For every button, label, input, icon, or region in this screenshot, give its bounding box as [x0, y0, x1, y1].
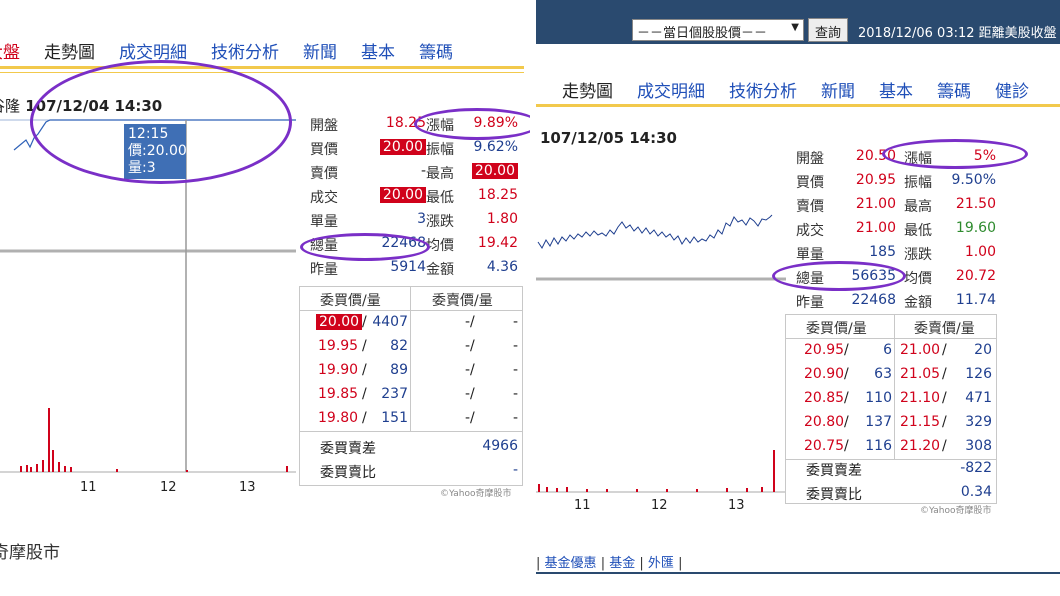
left-copyright: ©Yahoo奇摩股市	[440, 489, 512, 499]
right-volume-bar	[773, 450, 775, 492]
right-book-row: 20.80 / 137 21.15 / 329	[804, 414, 992, 430]
right-volume-bar	[538, 484, 540, 492]
left-nav-tabs: 大盤 走勢圖 成交明細 技術分析 新聞 基本 籌碼	[0, 38, 477, 63]
left-x-tick: 13	[239, 480, 256, 495]
left-volume-bar	[30, 467, 32, 472]
right-volume-bar	[726, 488, 728, 492]
left-volume-bar	[286, 466, 288, 472]
right-volume-bar	[696, 489, 698, 492]
left-quote-row: 單量 3 漲跌 1.80	[310, 211, 518, 230]
left-order-book: 委買價/量 委賣價/量 20.00 / 4407 - / - 19.95 / 8…	[299, 286, 523, 486]
right-price-line	[537, 214, 773, 249]
right-tab-technical[interactable]: 技術分析	[729, 77, 797, 102]
right-volume-bar	[666, 489, 668, 492]
left-volume-bars	[20, 408, 288, 472]
left-book-row: 19.80 / 151 - / -	[318, 410, 518, 426]
left-book-row: 19.95 / 82 - / -	[318, 338, 518, 354]
right-footer-links: | 基金優惠 | 基金 | 外匯 |	[536, 556, 683, 571]
right-book-row: 20.95 / 6 21.00 / 20	[804, 342, 992, 358]
right-volume-bar	[606, 489, 608, 492]
right-nav-tabs: 走勢圖 成交明細 技術分析 新聞 基本 籌碼 健診	[562, 77, 1053, 102]
left-tab-basic[interactable]: 基本	[361, 38, 395, 63]
right-volume-bar	[746, 488, 748, 492]
right-volume-bar	[761, 487, 763, 492]
left-tab-chips[interactable]: 籌碼	[419, 38, 453, 63]
right-volume-bar	[636, 489, 638, 492]
left-volume-bar	[52, 450, 54, 472]
left-footer-text: 奇摩股市	[0, 543, 60, 563]
right-x-tick: 13	[728, 498, 745, 513]
left-book-row: 19.85 / 237 - / -	[318, 386, 518, 402]
left-x-tick: 12	[160, 480, 177, 495]
left-book-diff-row: 委買賣差 4966	[320, 438, 518, 457]
annotation-circle	[414, 108, 530, 140]
left-quote-row: 買價 20.00 振幅 9.62%	[310, 139, 518, 158]
left-volume-bar	[26, 465, 28, 472]
left-screenshot-panel: 大盤 走勢圖 成交明細 技術分析 新聞 基本 籌碼 谷隆 107/12/04 1…	[0, 0, 530, 596]
left-x-tick: 11	[80, 480, 97, 495]
right-tab-news[interactable]: 新聞	[821, 77, 855, 102]
right-screenshot-panel: －－當日個股股價－－ ▼ 查詢 2018/12/06 03:12 距離美股收盤 …	[536, 0, 1060, 596]
left-volume-bar	[186, 470, 188, 472]
right-volume-bar	[546, 487, 548, 492]
right-quote-row: 成交 21.00 最低 19.60	[796, 220, 996, 239]
right-timestamp: 107/12/05 14:30	[540, 129, 677, 147]
right-volume-bar	[586, 489, 588, 492]
footer-link-fx[interactable]: 外匯	[648, 556, 674, 571]
footer-link-fund-offer[interactable]: 基金優惠	[545, 556, 597, 571]
right-volume-bar	[566, 487, 568, 492]
stock-price-select[interactable]: －－當日個股股價－－ ▼	[632, 19, 804, 41]
right-order-book: 委買價/量 委賣價/量 20.95 / 6 21.00 / 20 20.90 /…	[785, 314, 997, 504]
right-tab-trend[interactable]: 走勢圖	[562, 77, 613, 102]
left-quote-row: 昨量 5914 金額 4.36	[310, 259, 518, 278]
annotation-circle	[300, 233, 430, 261]
right-quote-row: 昨量 22468 金額 11.74	[796, 292, 996, 311]
right-x-tick: 12	[651, 498, 668, 513]
right-volume-bar	[556, 488, 558, 492]
annotation-circle	[882, 139, 1028, 169]
right-copyright: ©Yahoo奇摩股市	[920, 506, 992, 516]
left-volume-bar	[36, 464, 38, 472]
right-book-row: 20.75 / 116 21.20 / 308	[804, 438, 992, 454]
annotation-circle	[30, 60, 292, 184]
right-quote-row: 賣價 21.00 最高 21.50	[796, 196, 996, 215]
dropdown-arrow-icon: ▼	[791, 22, 799, 33]
left-book-ratio-row: 委買賣比 -	[320, 462, 518, 481]
left-volume-bar	[42, 460, 44, 472]
left-book-header: 委買價/量 委賣價/量	[300, 287, 522, 311]
query-button[interactable]: 查詢	[808, 18, 849, 42]
right-nav-underline	[536, 104, 1060, 107]
left-book-row: 19.90 / 89 - / -	[318, 362, 518, 378]
right-tab-chips[interactable]: 籌碼	[937, 77, 971, 102]
left-book-row: 20.00 / 4407 - / -	[300, 314, 522, 338]
left-quote-row: 成交 20.00 最低 18.25	[310, 187, 518, 206]
left-tab-trend[interactable]: 走勢圖	[44, 38, 95, 63]
right-footer-line	[536, 572, 1060, 574]
right-tab-basic[interactable]: 基本	[879, 77, 913, 102]
right-book-header: 委買價/量 委賣價/量	[786, 315, 996, 339]
left-volume-bar	[48, 408, 50, 472]
left-tab-news[interactable]: 新聞	[303, 38, 337, 63]
right-book-diff-row: 委買賣差 -822	[806, 460, 992, 479]
right-trend-chart	[536, 214, 786, 493]
right-tab-health[interactable]: 健診	[995, 77, 1029, 102]
right-volume-bars	[538, 450, 775, 492]
right-x-tick: 11	[574, 498, 591, 513]
left-volume-bar	[64, 466, 66, 472]
footer-link-fund[interactable]: 基金	[609, 556, 635, 571]
right-book-row: 20.90 / 63 21.05 / 126	[804, 366, 992, 382]
left-volume-bar	[58, 462, 60, 472]
left-quote-row: 賣價 - 最高 20.00	[310, 163, 522, 187]
annotation-circle	[772, 261, 906, 291]
datetime-text: 2018/12/06 03:12 距離美股收盤	[858, 26, 1057, 41]
left-tab-market[interactable]: 大盤	[0, 38, 20, 63]
right-book-row: 20.85 / 110 21.10 / 471	[804, 390, 992, 406]
left-volume-bar	[116, 469, 118, 472]
right-tab-trades[interactable]: 成交明細	[637, 77, 705, 102]
right-quote-row: 買價 20.95 振幅 9.50%	[796, 172, 996, 191]
left-volume-bar	[70, 467, 72, 472]
left-volume-bar	[20, 466, 22, 472]
left-tab-technical[interactable]: 技術分析	[211, 38, 279, 63]
left-nav-underline	[0, 66, 524, 69]
